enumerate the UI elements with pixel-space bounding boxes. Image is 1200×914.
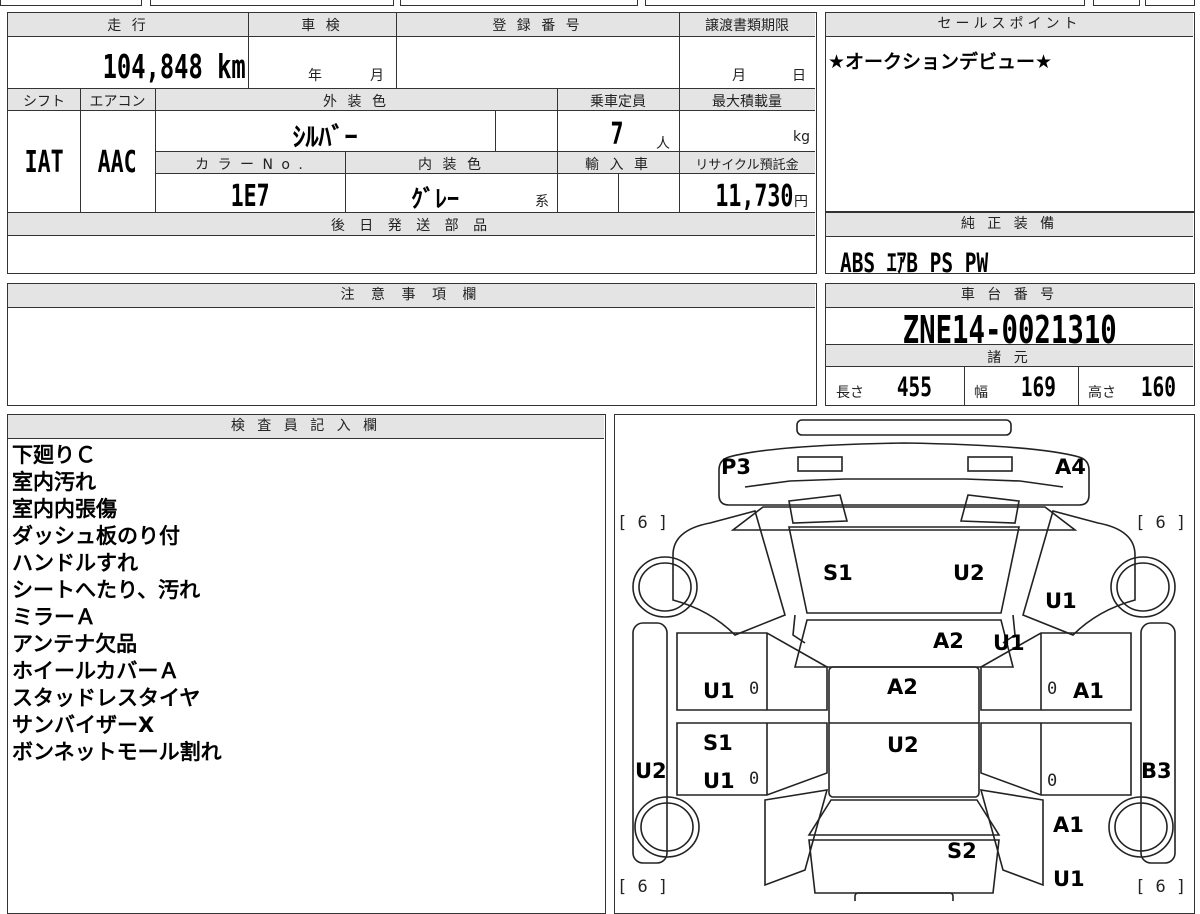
width-value: 169 xyxy=(1020,372,1056,403)
shift-value: IAT xyxy=(24,145,64,180)
mark-a1-right-rear: A1 xyxy=(1053,813,1084,837)
mileage-value: 104,848 km xyxy=(102,47,246,86)
caution-panel: 注 意 事 項 欄 xyxy=(7,283,817,406)
genuine-equipment-panel: 純 正 装 備 ABS ｴｱB PS PW xyxy=(825,212,1195,279)
mark-a2-windshield: A2 xyxy=(933,629,964,653)
inspector-notes-label: 検 査 員 記 入 欄 xyxy=(8,415,604,439)
tire-tread-rear-left: [ 6 ] xyxy=(617,877,669,897)
note-item: サンバイザーX xyxy=(12,713,155,737)
mark-u1-right-rear: U1 xyxy=(1053,867,1085,891)
import-car-label: 輸 入 車 xyxy=(585,157,651,173)
shaken-month: 月 xyxy=(370,68,384,84)
mark-zero-mid-right: 0 xyxy=(1047,679,1058,699)
mark-b3-right-sill: B3 xyxy=(1141,759,1172,783)
exterior-color-value: ｼﾙﾊﾞｰ xyxy=(292,123,358,153)
car-damage-diagram: P3 A4 [ 6 ] [ 6 ] S1 U2 U1 A2 U1 U1 0 A2… xyxy=(614,414,1195,914)
capacity-unit: 人 xyxy=(656,136,670,152)
mark-u2-roof: U2 xyxy=(887,733,919,757)
mark-a1-right-door: A1 xyxy=(1073,679,1104,703)
transfer-day: 日 xyxy=(792,68,806,84)
note-item: ハンドルすれ xyxy=(12,551,138,575)
tire-tread-front-right: [ 6 ] xyxy=(1135,513,1187,533)
color-no-label: カ ラ ー N o . xyxy=(195,157,305,173)
mark-u1-left-door: U1 xyxy=(703,679,735,703)
mark-u1-left-rear-door: U1 xyxy=(703,769,735,793)
interior-color-suffix: 系 xyxy=(535,194,549,210)
sales-point-label: セールスポイント xyxy=(826,13,1193,37)
note-item: ボンネットモール割れ xyxy=(12,740,222,764)
note-item: 室内内張傷 xyxy=(12,497,117,521)
note-item: スタッドレスタイヤ xyxy=(12,686,201,710)
mileage-label: 走 行 xyxy=(107,18,149,34)
shift-label: シフト xyxy=(23,94,65,110)
mark-p3: P3 xyxy=(721,455,752,479)
interior-color-label: 内 装 色 xyxy=(418,157,484,173)
mark-u1-windshield: U1 xyxy=(993,631,1025,655)
note-item: ミラーＡ xyxy=(12,605,96,629)
length-value: 455 xyxy=(896,372,932,403)
recycle-fee-unit: 円 xyxy=(794,194,808,210)
later-parts-label: 後 日 発 送 部 品 xyxy=(330,218,493,234)
inspector-notes-panel: 検 査 員 記 入 欄 下廻りＣ 室内汚れ 室内内張傷 ダッシュ板のり付 ハンド… xyxy=(7,414,606,914)
mark-a4: A4 xyxy=(1055,455,1086,479)
shaken-label: 車 検 xyxy=(301,18,343,34)
max-load-unit: kg xyxy=(793,129,810,145)
color-no-value: 1E7 xyxy=(230,179,270,214)
chassis-panel: 車 台 番 号 ZNE14-0021310 諸 元 長さ 455 幅 169 高… xyxy=(825,283,1195,406)
note-item: ホイールカバーＡ xyxy=(12,659,180,683)
mark-zero-lower-right: 0 xyxy=(1047,771,1058,791)
transfer-deadline-label: 譲渡書類期限 xyxy=(705,18,789,34)
mark-u2-front: U2 xyxy=(953,561,985,585)
height-label: 高さ xyxy=(1088,385,1116,401)
genuine-equipment-value: ABS ｴｱB PS PW xyxy=(840,248,989,279)
shaken-year: 年 xyxy=(308,68,322,84)
mark-u1-right-front: U1 xyxy=(1045,589,1077,613)
mark-s1-front: S1 xyxy=(823,561,853,585)
transfer-month: 月 xyxy=(732,68,746,84)
specs-label: 諸 元 xyxy=(987,350,1032,366)
note-item: 室内汚れ xyxy=(12,470,96,494)
max-load-label: 最大積載量 xyxy=(712,94,782,110)
tire-tread-rear-right: [ 6 ] xyxy=(1135,877,1187,897)
capacity-value: 7 xyxy=(610,117,624,152)
aircon-value: AAC xyxy=(97,145,138,180)
recycle-fee-label: リサイクル預託金 xyxy=(695,158,799,173)
mark-s1-left-rear-door: S1 xyxy=(703,731,733,755)
top-strip xyxy=(0,0,1200,8)
caution-label: 注 意 事 項 欄 xyxy=(8,284,815,308)
note-item: 下廻りＣ xyxy=(12,443,96,467)
recycle-fee-value: 11,730 xyxy=(714,179,793,214)
tire-tread-front-left: [ 6 ] xyxy=(617,513,669,533)
sales-point-panel: セールスポイント ★オークションデビュー★ xyxy=(825,12,1195,212)
capacity-label: 乗車定員 xyxy=(590,94,646,110)
interior-color-value: ｸﾞﾚｰ xyxy=(411,185,459,213)
mark-a2-roof: A2 xyxy=(887,675,918,699)
chassis-label: 車 台 番 号 xyxy=(826,284,1193,308)
width-label: 幅 xyxy=(974,385,988,401)
aircon-label: エアコン xyxy=(89,94,146,110)
note-item: アンテナ欠品 xyxy=(12,632,138,656)
genuine-equipment-label: 純 正 装 備 xyxy=(826,213,1193,237)
car-outline xyxy=(632,419,1176,901)
note-item: シートへたり、汚れ xyxy=(12,578,201,602)
mark-u2-left-sill: U2 xyxy=(635,759,667,783)
note-item: ダッシュ板のり付 xyxy=(12,524,180,548)
registration-label: 登 録 番 号 xyxy=(492,18,583,34)
exterior-color-label: 外 装 色 xyxy=(323,94,389,110)
height-value: 160 xyxy=(1140,372,1176,403)
sales-point-text: ★オークションデビュー★ xyxy=(828,51,1053,73)
mark-zero-lower-left: 0 xyxy=(749,769,760,789)
mark-zero-mid-left: 0 xyxy=(749,679,760,699)
inspector-notes-list: 下廻りＣ 室内汚れ 室内内張傷 ダッシュ板のり付 ハンドルすれ シートへたり、汚… xyxy=(12,442,222,766)
vehicle-info-table: 走 行 車 検 登 録 番 号 譲渡書類期限 104,848 km 年 月 月 … xyxy=(7,12,817,274)
length-label: 長さ xyxy=(836,385,864,401)
mark-s2-rear: S2 xyxy=(947,839,977,863)
